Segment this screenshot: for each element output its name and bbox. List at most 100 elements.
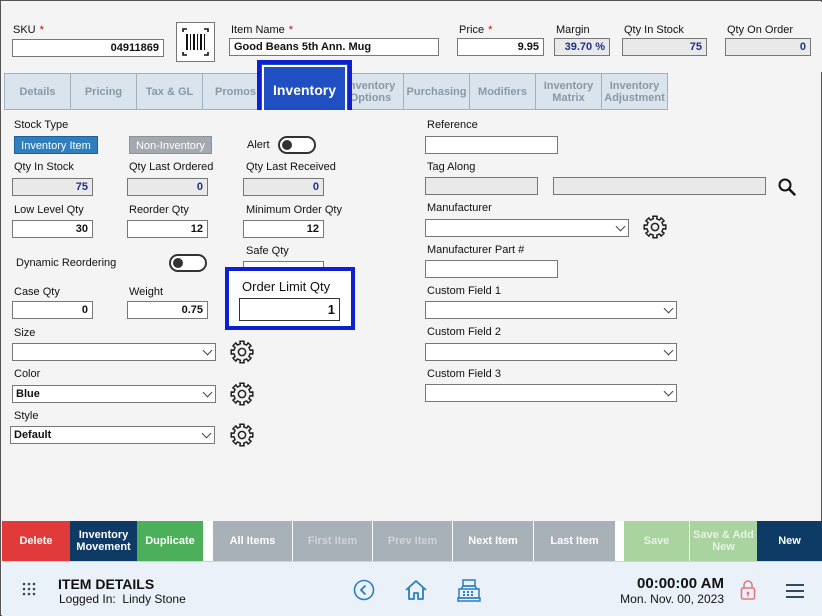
- inventory-movement-button[interactable]: Inventory Movement: [70, 521, 137, 561]
- item-name-field[interactable]: Good Beans 5th Ann. Mug: [229, 38, 439, 56]
- style-gear-icon[interactable]: [229, 422, 255, 448]
- custom-field-3-label: Custom Field 3: [427, 368, 501, 380]
- toggle-knob: [173, 258, 183, 268]
- search-icon[interactable]: [777, 177, 797, 197]
- manufacturer-part-field[interactable]: [425, 260, 558, 278]
- color-select[interactable]: Blue: [12, 385, 216, 403]
- tab-inventory-adjustment[interactable]: Inventory Adjustment: [601, 73, 668, 110]
- tag-along-code-field[interactable]: [425, 177, 538, 195]
- tag-along-description-field[interactable]: [553, 177, 766, 195]
- low-level-qty-field[interactable]: 30: [12, 220, 93, 238]
- manufacturer-select[interactable]: [425, 219, 629, 237]
- color-gear-icon[interactable]: [229, 381, 255, 407]
- save-button[interactable]: Save: [624, 521, 690, 561]
- hamburger-menu-icon[interactable]: [785, 583, 805, 599]
- sku-label: SKU *: [13, 24, 44, 36]
- qty-last-received-field: 0: [243, 178, 324, 196]
- chevron-down-icon: [201, 428, 212, 439]
- chevron-down-icon: [663, 303, 674, 314]
- cash-register-icon[interactable]: [456, 577, 482, 603]
- page-title: ITEM DETAILS: [58, 576, 155, 592]
- action-toolbar: Delete Inventory Movement Duplicate All …: [2, 521, 822, 561]
- home-icon[interactable]: [403, 578, 429, 602]
- price-field[interactable]: 9.95: [457, 38, 544, 56]
- style-select[interactable]: Default: [10, 426, 215, 444]
- inventory-item-button[interactable]: Inventory Item: [14, 136, 98, 154]
- toggle-knob: [282, 140, 292, 150]
- next-item-button[interactable]: Next Item: [453, 521, 534, 561]
- chevron-down-icon: [202, 387, 213, 398]
- price-label: Price *: [459, 24, 493, 36]
- duplicate-button[interactable]: Duplicate: [137, 521, 203, 561]
- qty-on-order-label: Qty On Order: [727, 24, 794, 36]
- reorder-qty-label: Reorder Qty: [129, 204, 189, 216]
- minimum-order-qty-field[interactable]: 12: [243, 220, 324, 238]
- reference-label: Reference: [427, 119, 478, 131]
- new-button[interactable]: New: [757, 521, 822, 561]
- size-label: Size: [14, 327, 36, 339]
- non-inventory-button[interactable]: Non-Inventory: [129, 136, 212, 154]
- manufacturer-part-label: Manufacturer Part #: [427, 244, 525, 256]
- status-footer: ITEM DETAILS Logged In: Lindy Stone 00:0…: [2, 561, 822, 616]
- qty-last-received-label: Qty Last Received: [246, 161, 336, 173]
- clock-time: 00:00:00 AM: [637, 575, 724, 592]
- safe-qty-label: Safe Qty: [246, 245, 289, 257]
- size-gear-icon[interactable]: [229, 339, 255, 365]
- size-select[interactable]: [12, 343, 216, 361]
- alert-label: Alert: [247, 139, 270, 151]
- tab-inventory-matrix[interactable]: Inventory Matrix: [535, 73, 602, 110]
- clock-date: Mon. Nov. 00, 2023: [620, 592, 724, 606]
- order-limit-qty-field[interactable]: 1: [239, 298, 340, 321]
- back-circle-icon[interactable]: [353, 579, 375, 601]
- style-label: Style: [14, 410, 39, 422]
- last-item-button[interactable]: Last Item: [534, 521, 615, 561]
- alert-toggle[interactable]: [278, 136, 316, 154]
- chevron-down-icon: [663, 345, 674, 356]
- custom-field-1-select[interactable]: [425, 301, 677, 319]
- tab-bar: Details Pricing Tax & GL Promos Inventor…: [4, 73, 820, 110]
- tab-pricing[interactable]: Pricing: [70, 73, 137, 110]
- tab-tax-gl[interactable]: Tax & GL: [136, 73, 203, 110]
- color-label: Color: [14, 368, 41, 380]
- barcode-button[interactable]: [176, 22, 215, 62]
- manufacturer-gear-icon[interactable]: [642, 214, 668, 240]
- user-name: Lindy Stone: [122, 592, 186, 606]
- low-level-qty-label: Low Level Qty: [14, 204, 84, 216]
- app-window: SKU * 04911869 Item Name * Good Beans 5th …: [0, 0, 822, 616]
- tag-along-label: Tag Along: [427, 161, 476, 173]
- color-select-value: Blue: [16, 388, 40, 400]
- weight-field[interactable]: 0.75: [127, 301, 208, 319]
- delete-button[interactable]: Delete: [2, 521, 70, 561]
- grid-menu-icon[interactable]: [22, 582, 36, 596]
- lock-icon[interactable]: [739, 579, 757, 601]
- custom-field-2-select[interactable]: [425, 343, 677, 361]
- reorder-qty-field[interactable]: 12: [127, 220, 208, 238]
- sku-field[interactable]: 04911869: [12, 39, 164, 57]
- case-qty-field[interactable]: 0: [12, 301, 93, 319]
- tab-purchasing[interactable]: Purchasing: [403, 73, 470, 110]
- qty-last-ordered-field: 0: [127, 178, 208, 196]
- margin-field: 39.70 %: [554, 38, 610, 56]
- manufacturer-label: Manufacturer: [427, 202, 492, 214]
- item-header: SKU * 04911869 Item Name * Good Beans 5th …: [2, 2, 822, 72]
- custom-field-1-label: Custom Field 1: [427, 285, 501, 297]
- all-items-button[interactable]: All Items: [213, 521, 293, 561]
- prev-item-button[interactable]: Prev Item: [373, 521, 453, 561]
- first-item-button[interactable]: First Item: [293, 521, 373, 561]
- tab-details[interactable]: Details: [4, 73, 71, 110]
- item-name-label: Item Name *: [231, 24, 294, 36]
- chevron-down-icon: [615, 221, 626, 232]
- header-qty-in-stock-field: 75: [622, 38, 707, 56]
- dynamic-reordering-toggle[interactable]: [169, 254, 207, 272]
- qty-in-stock-field: 75: [12, 178, 93, 196]
- reference-field[interactable]: [425, 136, 558, 154]
- custom-field-3-select[interactable]: [425, 384, 677, 402]
- style-select-value: Default: [14, 429, 52, 441]
- inventory-panel: [3, 110, 821, 520]
- margin-label: Margin: [556, 24, 590, 36]
- chevron-down-icon: [202, 345, 213, 356]
- tab-modifiers[interactable]: Modifiers: [469, 73, 536, 110]
- order-limit-qty-label: Order Limit Qty: [242, 279, 331, 294]
- save-add-new-button[interactable]: Save & Add New: [690, 521, 757, 561]
- weight-label: Weight: [129, 286, 164, 298]
